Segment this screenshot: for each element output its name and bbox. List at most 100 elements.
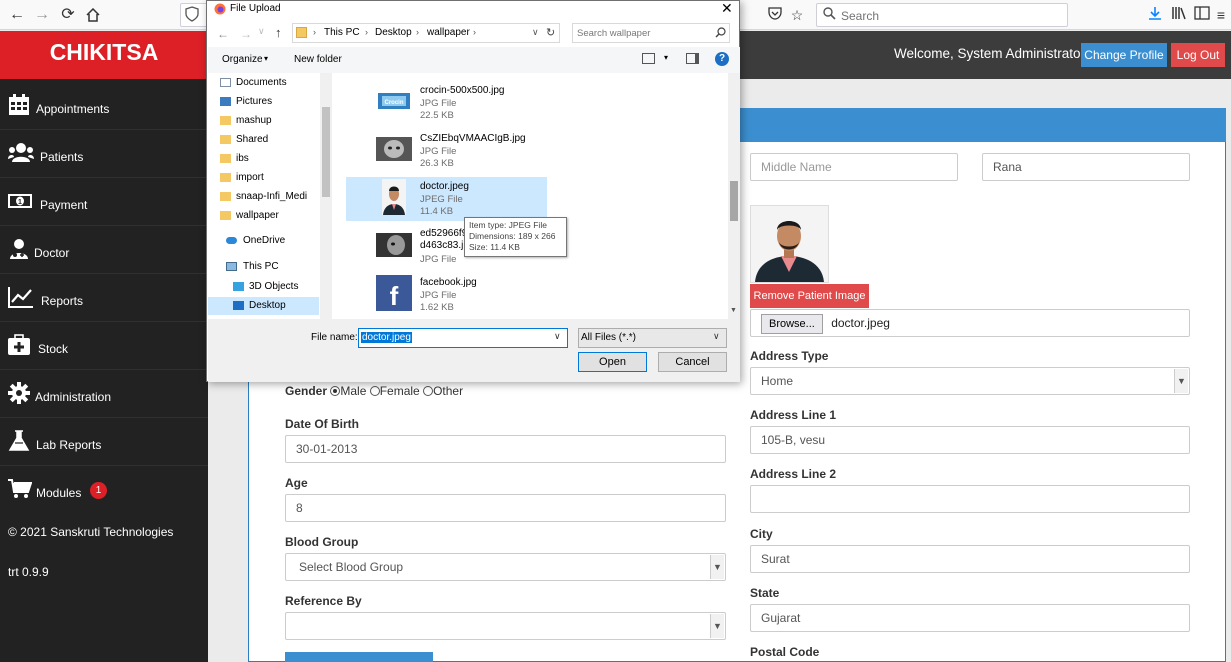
file-list-scrollbar[interactable]: ▼ [728,73,740,319]
breadcrumb-item[interactable]: wallpaper [427,27,470,38]
save-button[interactable] [285,652,433,662]
tree-scrollbar[interactable] [320,73,332,319]
last-name-input[interactable]: Rana [982,153,1190,181]
chevron-down-icon[interactable]: ∨ [258,26,265,37]
tree-item-3d-objects[interactable]: 3D Objects [249,281,298,292]
forward-icon[interactable]: → [31,4,53,26]
dialog-search-field[interactable]: Search wallpaper [572,23,730,43]
chevron-down-icon: ▾ [264,54,269,63]
chevron-down-icon: ▼ [710,555,724,579]
change-profile-button[interactable]: Change Profile [1081,43,1167,67]
dialog-titlebar: File Upload ✕ [207,0,739,17]
tree-item-import[interactable]: import [236,172,264,183]
browse-button[interactable]: Browse... [761,314,823,334]
tree-item-documents[interactable]: Documents [236,77,287,88]
sidebar-toggle-icon[interactable] [1193,6,1211,24]
gender-male-radio[interactable] [330,386,341,396]
file-name[interactable]: facebook.jpg [420,277,477,288]
gender-female-radio[interactable] [369,386,380,396]
pocket-icon[interactable] [766,6,784,24]
help-icon[interactable]: ? [715,52,729,66]
tree-item-mashup[interactable]: mashup [236,115,272,126]
sidebar-item-payment[interactable]: 1 Payment [0,178,208,226]
chevron-down-icon[interactable]: ▼ [730,307,737,314]
remove-patient-image-button[interactable]: Remove Patient Image [750,284,869,308]
gender-other-label: Other [433,384,464,398]
file-name[interactable]: doctor.jpeg [420,181,469,192]
sidebar-item-lab-reports[interactable]: Lab Reports [0,418,208,466]
address-type-select[interactable]: Home ▼ [750,367,1190,395]
organize-menu[interactable]: Organize [222,54,263,65]
sidebar-item-appointments[interactable]: Appointments [0,82,208,130]
preview-pane-icon[interactable] [686,53,699,64]
home-icon[interactable] [82,4,104,26]
chevron-down-icon[interactable]: ▾ [664,53,668,62]
tree-item-desktop[interactable]: Desktop [249,300,286,311]
file-name-input[interactable]: doctor.jpeg ∨ [358,328,568,348]
open-button[interactable]: Open [578,352,647,372]
sidebar-item-stock[interactable]: Stock [0,322,208,370]
address-breadcrumb[interactable]: › This PC › Desktop › wallpaper › ∨ [292,23,560,43]
tree-item-ibs[interactable]: ibs [236,153,249,164]
file-size: 26.3 KB [420,158,454,169]
tree-item-wallpaper[interactable]: wallpaper [236,210,279,221]
browser-search-field[interactable]: Search [816,3,1068,27]
search-icon [823,7,836,23]
tree-item-shared[interactable]: Shared [236,134,268,145]
address-line1-input[interactable]: 105-B, vesu [750,426,1190,454]
sidebar-item-label: Administration [35,390,112,404]
cancel-button[interactable]: Cancel [658,352,727,372]
breadcrumb-item[interactable]: This PC [324,27,360,38]
file-name[interactable]: ed52966f9 d463c83.jp [420,228,469,252]
view-options-icon[interactable] [642,53,655,64]
up-folder-icon[interactable]: ↑ [275,25,282,40]
menu-icon[interactable]: ≡ [1212,6,1230,24]
file-type: JPEG File [420,194,463,205]
city-input[interactable]: Surat [750,545,1190,573]
chevron-down-icon[interactable]: ∨ [532,27,539,38]
address-line2-input[interactable] [750,485,1190,513]
file-type-filter[interactable]: All Files (*.*) ∨ [578,328,727,348]
cart-icon [8,478,33,500]
tree-item-pictures[interactable]: Pictures [236,96,272,107]
file-name[interactable]: crocin-500x500.jpg [420,85,505,96]
brand-logo[interactable]: CHIKITSA [0,31,208,79]
reference-by-label: Reference By [285,594,362,608]
library-icon[interactable] [1170,6,1188,24]
dob-input[interactable]: 30-01-2013 [285,435,726,463]
refresh-icon[interactable]: ↻ [546,26,555,39]
back-icon[interactable]: ← [217,27,229,41]
file-name[interactable]: CsZIEbqVMAACIgB.jpg [420,133,526,144]
sidebar-item-administration[interactable]: Administration [0,370,208,418]
tree-item-this-pc[interactable]: This PC [243,261,279,272]
breadcrumb-item[interactable]: Desktop [375,27,412,38]
file-list-scrollbar-thumb[interactable] [730,181,738,221]
reference-by-select[interactable]: ▼ [285,612,726,640]
forward-icon[interactable]: → [240,27,252,41]
back-icon[interactable]: ← [6,4,28,26]
reload-icon[interactable]: ⟳ [57,4,79,26]
logout-button[interactable]: Log Out [1171,43,1225,67]
bookmark-star-icon[interactable]: ☆ [788,6,806,24]
gender-female-label: Female [379,384,420,398]
file-thumbnail [376,179,412,215]
middle-name-input[interactable]: Middle Name [750,153,958,181]
folder-icon [220,211,231,220]
chevron-down-icon[interactable]: ∨ [554,331,561,342]
tree-scrollbar-thumb[interactable] [322,107,330,197]
tree-item-snaap[interactable]: snaap-Infi_Medi [236,191,320,202]
download-icon[interactable] [1146,6,1164,24]
sidebar-item-reports[interactable]: Reports [0,274,208,322]
gender-other-radio[interactable] [423,386,434,396]
sidebar-item-patients[interactable]: Patients [0,130,208,178]
new-folder-button[interactable]: New folder [294,54,342,65]
sidebar-item-doctor[interactable]: Doctor [0,226,208,274]
tree-item-onedrive[interactable]: OneDrive [243,235,285,246]
file-thumbnail [376,227,412,263]
close-icon[interactable]: ✕ [721,0,733,17]
state-input[interactable]: Gujarat [750,604,1190,632]
blood-group-select[interactable]: Select Blood Group ▼ [285,553,726,581]
shield-icon[interactable] [185,6,201,24]
age-input[interactable]: 8 [285,494,726,522]
file-input[interactable]: Browse... doctor.jpeg [750,309,1190,337]
